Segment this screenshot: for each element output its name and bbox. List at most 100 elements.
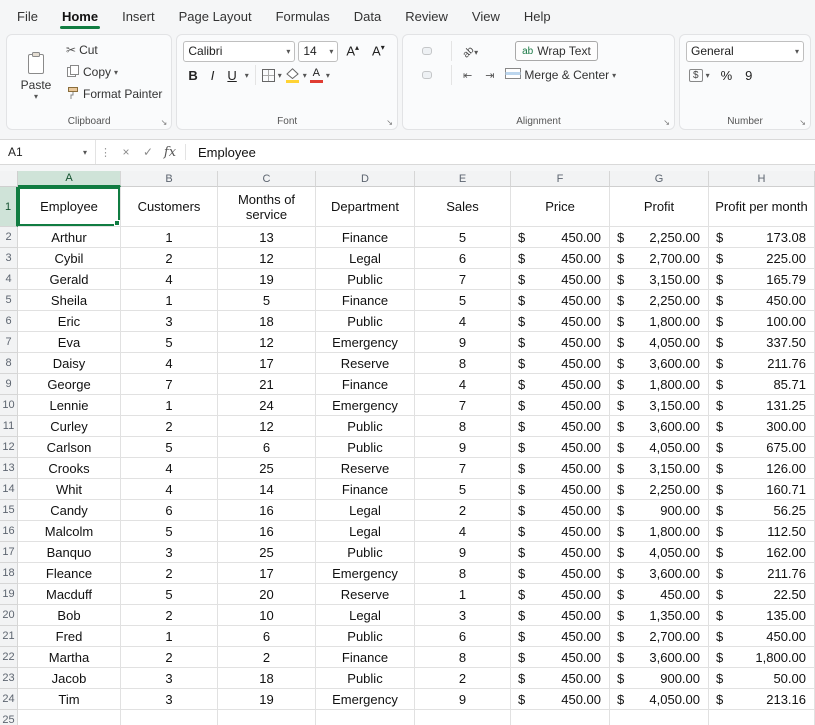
cell-C11[interactable]: 12 bbox=[218, 416, 316, 437]
cell-B12[interactable]: 5 bbox=[121, 437, 218, 458]
cell-B3[interactable]: 2 bbox=[121, 248, 218, 269]
cell-A19[interactable]: Macduff bbox=[18, 584, 121, 605]
cell-G18[interactable]: $3,600.00 bbox=[610, 563, 709, 584]
cell-H8[interactable]: $211.76 bbox=[709, 353, 815, 374]
row-number-1[interactable]: 1 bbox=[0, 187, 18, 227]
cell-F8[interactable]: $450.00 bbox=[511, 353, 610, 374]
cell-E7[interactable]: 9 bbox=[415, 332, 511, 353]
cell-H10[interactable]: $131.25 bbox=[709, 395, 815, 416]
cell-H25[interactable] bbox=[709, 710, 815, 725]
cell-H6[interactable]: $100.00 bbox=[709, 311, 815, 332]
dialog-launcher-icon[interactable]: ↘ bbox=[799, 118, 806, 127]
row-number-22[interactable]: 22 bbox=[0, 647, 18, 668]
accounting-format-button[interactable]: $ ▾ bbox=[686, 68, 713, 83]
row-number-10[interactable]: 10 bbox=[0, 395, 18, 416]
cell-D1[interactable]: Department bbox=[316, 187, 415, 227]
cell-G14[interactable]: $2,250.00 bbox=[610, 479, 709, 500]
cell-A17[interactable]: Banquo bbox=[18, 542, 121, 563]
paste-button[interactable]: Paste ▾ bbox=[13, 39, 59, 113]
row-number-18[interactable]: 18 bbox=[0, 563, 18, 584]
cell-H3[interactable]: $225.00 bbox=[709, 248, 815, 269]
cell-F22[interactable]: $450.00 bbox=[511, 647, 610, 668]
chevron-down-icon[interactable]: ▾ bbox=[278, 71, 282, 80]
cell-A13[interactable]: Crooks bbox=[18, 458, 121, 479]
cell-G9[interactable]: $1,800.00 bbox=[610, 374, 709, 395]
cell-D18[interactable]: Emergency bbox=[316, 563, 415, 584]
cell-B1[interactable]: Customers bbox=[121, 187, 218, 227]
bold-button[interactable]: B bbox=[183, 67, 202, 84]
font-name-combo[interactable]: Calibri ▾ bbox=[183, 40, 296, 62]
cell-E4[interactable]: 7 bbox=[415, 269, 511, 290]
cell-D8[interactable]: Reserve bbox=[316, 353, 415, 374]
cell-D25[interactable] bbox=[316, 710, 415, 725]
percent-style-button[interactable]: % bbox=[716, 67, 738, 84]
cell-B4[interactable]: 4 bbox=[121, 269, 218, 290]
cell-E22[interactable]: 8 bbox=[415, 647, 511, 668]
cell-G19[interactable]: $450.00 bbox=[610, 584, 709, 605]
cell-D9[interactable]: Finance bbox=[316, 374, 415, 395]
cell-F11[interactable]: $450.00 bbox=[511, 416, 610, 437]
copy-button[interactable]: Copy ▾ bbox=[63, 61, 165, 83]
cell-F17[interactable]: $450.00 bbox=[511, 542, 610, 563]
cell-E11[interactable]: 8 bbox=[415, 416, 511, 437]
cell-F3[interactable]: $450.00 bbox=[511, 248, 610, 269]
cell-H11[interactable]: $300.00 bbox=[709, 416, 815, 437]
cell-D12[interactable]: Public bbox=[316, 437, 415, 458]
cell-D20[interactable]: Legal bbox=[316, 605, 415, 626]
shrink-font-button[interactable]: A▾ bbox=[367, 42, 390, 59]
row-number-5[interactable]: 5 bbox=[0, 290, 18, 311]
formula-bar-splitter[interactable]: ⋮ bbox=[96, 146, 115, 159]
cell-A20[interactable]: Bob bbox=[18, 605, 121, 626]
increase-indent-button[interactable]: ⇥ bbox=[480, 65, 499, 86]
cell-G20[interactable]: $1,350.00 bbox=[610, 605, 709, 626]
cell-E15[interactable]: 2 bbox=[415, 500, 511, 521]
tab-view[interactable]: View bbox=[461, 3, 511, 30]
cell-E14[interactable]: 5 bbox=[415, 479, 511, 500]
cell-D2[interactable]: Finance bbox=[316, 227, 415, 248]
cell-D16[interactable]: Legal bbox=[316, 521, 415, 542]
cell-A9[interactable]: George bbox=[18, 374, 121, 395]
cell-B6[interactable]: 3 bbox=[121, 311, 218, 332]
cell-H9[interactable]: $85.71 bbox=[709, 374, 815, 395]
cell-D11[interactable]: Public bbox=[316, 416, 415, 437]
row-number-11[interactable]: 11 bbox=[0, 416, 18, 437]
cell-D13[interactable]: Reserve bbox=[316, 458, 415, 479]
cell-F5[interactable]: $450.00 bbox=[511, 290, 610, 311]
cell-A15[interactable]: Candy bbox=[18, 500, 121, 521]
align-bottom-button[interactable] bbox=[435, 47, 445, 55]
cell-G10[interactable]: $3,150.00 bbox=[610, 395, 709, 416]
chevron-down-icon[interactable]: ▾ bbox=[245, 71, 249, 80]
dialog-launcher-icon[interactable]: ↘ bbox=[663, 118, 670, 127]
cell-C2[interactable]: 13 bbox=[218, 227, 316, 248]
cell-F15[interactable]: $450.00 bbox=[511, 500, 610, 521]
cell-B17[interactable]: 3 bbox=[121, 542, 218, 563]
column-header-G[interactable]: G bbox=[610, 171, 709, 187]
cell-H1[interactable]: Profit per month bbox=[709, 187, 815, 227]
cell-F10[interactable]: $450.00 bbox=[511, 395, 610, 416]
cell-A4[interactable]: Gerald bbox=[18, 269, 121, 290]
cell-G3[interactable]: $2,700.00 bbox=[610, 248, 709, 269]
cell-C14[interactable]: 14 bbox=[218, 479, 316, 500]
cell-F13[interactable]: $450.00 bbox=[511, 458, 610, 479]
cell-E21[interactable]: 6 bbox=[415, 626, 511, 647]
cell-E17[interactable]: 9 bbox=[415, 542, 511, 563]
tab-insert[interactable]: Insert bbox=[111, 3, 166, 30]
cell-B10[interactable]: 1 bbox=[121, 395, 218, 416]
cell-C1[interactable]: Months of service bbox=[218, 187, 316, 227]
tab-file[interactable]: File bbox=[6, 3, 49, 30]
italic-button[interactable]: I bbox=[206, 67, 220, 84]
cell-F20[interactable]: $450.00 bbox=[511, 605, 610, 626]
cell-B24[interactable]: 3 bbox=[121, 689, 218, 710]
cell-F4[interactable]: $450.00 bbox=[511, 269, 610, 290]
cell-H17[interactable]: $162.00 bbox=[709, 542, 815, 563]
cell-E25[interactable] bbox=[415, 710, 511, 725]
cell-B13[interactable]: 4 bbox=[121, 458, 218, 479]
cell-D15[interactable]: Legal bbox=[316, 500, 415, 521]
cell-A2[interactable]: Arthur bbox=[18, 227, 121, 248]
cell-C15[interactable]: 16 bbox=[218, 500, 316, 521]
cell-F16[interactable]: $450.00 bbox=[511, 521, 610, 542]
cell-H18[interactable]: $211.76 bbox=[709, 563, 815, 584]
cell-C10[interactable]: 24 bbox=[218, 395, 316, 416]
cell-A5[interactable]: Sheila bbox=[18, 290, 121, 311]
cell-H14[interactable]: $160.71 bbox=[709, 479, 815, 500]
